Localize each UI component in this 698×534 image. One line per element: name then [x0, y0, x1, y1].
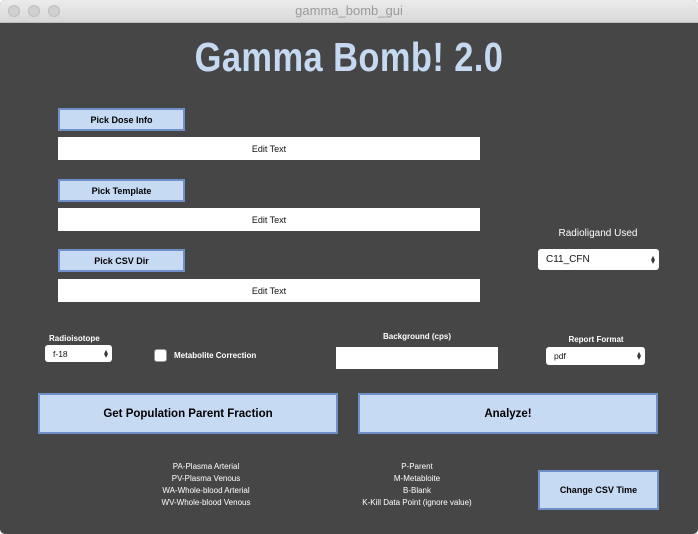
change-csv-time-button[interactable]: Change CSV Time [538, 470, 659, 510]
background-input[interactable] [336, 347, 498, 369]
dose-info-field[interactable]: Edit Text [58, 137, 480, 160]
pick-dose-info-button[interactable]: Pick Dose Info [58, 108, 185, 131]
pick-csv-dir-button[interactable]: Pick CSV Dir [58, 249, 185, 272]
legend-item: PA-Plasma Arterial [172, 462, 240, 471]
window-title: gamma_bomb_gui [295, 3, 403, 18]
radioisotope-select[interactable]: f-18 ▴ ▾ [45, 345, 112, 362]
radioligand-select[interactable]: C11_CFN ▴ ▾ [538, 249, 659, 270]
radioligand-selected: C11_CFN [546, 254, 590, 265]
radioisotope-label: Radioisotope [49, 334, 100, 343]
metabolite-correction-label: Metabolite Correction [174, 351, 257, 360]
template-field[interactable]: Edit Text [58, 208, 480, 231]
csv-dir-field[interactable]: Edit Text [58, 279, 480, 302]
radioisotope-selected: f-18 [53, 348, 68, 359]
report-format-select[interactable]: pdf ▴ ▾ [546, 347, 645, 365]
data-code-legend: P-Parent M-Metabloite B-Blank K-Kill Dat… [337, 461, 497, 509]
app-title: Gamma Bomb! 2.0 [194, 34, 504, 80]
legend-item: K-Kill Data Point (ignore value) [362, 498, 472, 507]
report-format-label: Report Format [568, 335, 624, 344]
report-format-selected: pdf [554, 351, 566, 361]
select-arrows-icon: ▴ ▾ [103, 346, 108, 360]
legend-item: B-Blank [402, 486, 431, 495]
legend-item: M-Metabloite [393, 474, 441, 483]
app-window: gamma_bomb_gui Gamma Bomb! 2.0 Pick Dose… [0, 0, 698, 534]
pick-template-button[interactable]: Pick Template [58, 179, 185, 202]
select-arrows-icon: ▴ ▾ [650, 252, 655, 266]
legend-item: WA-Whole-blood Arterial [162, 486, 250, 495]
analyze-button[interactable]: Analyze! [358, 393, 658, 434]
legend-item: WV-Whole-blood Venous [161, 498, 251, 507]
metabolite-correction-checkbox[interactable] [154, 349, 167, 362]
background-label: Background (cps) [382, 332, 451, 341]
sample-type-legend: PA-Plasma Arterial PV-Plasma Venous WA-W… [130, 461, 282, 509]
legend-item: PV-Plasma Venous [171, 474, 241, 483]
radioligand-label: Radioligand Used [558, 228, 638, 239]
get-population-parent-fraction-button[interactable]: Get Population Parent Fraction [38, 393, 338, 434]
title-bar: gamma_bomb_gui [0, 0, 698, 23]
legend-item: P-Parent [401, 462, 433, 471]
select-arrows-icon: ▴ ▾ [636, 349, 641, 362]
